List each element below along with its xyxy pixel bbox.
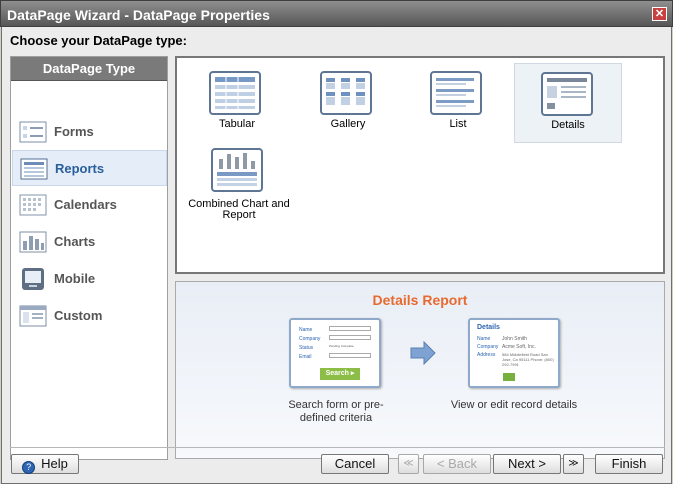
datapage-type-sidebar: DataPage Type Forms Reports Calendars Ch… — [10, 56, 168, 460]
sidebar-item-mobile[interactable]: Mobile — [12, 261, 167, 297]
datapage-type-gallery: Tabular Gallery List Details Combined Ch… — [175, 56, 665, 274]
search-mock-button: Search ▸ — [320, 368, 360, 380]
wizard-dialog: Choose your DataPage type: DataPage Type… — [1, 27, 672, 484]
type-label: Tabular — [218, 118, 256, 130]
details-record-mockup: Details Name John Smith Company Acme Sof… — [468, 318, 560, 388]
sidebar-item-charts[interactable]: Charts — [12, 224, 167, 260]
sidebar-item-forms[interactable]: Forms — [12, 114, 167, 150]
back-button[interactable]: < Back — [423, 454, 491, 474]
sidebar-item-label: Charts — [54, 234, 96, 249]
sidebar-item-label: Calendars — [54, 197, 117, 212]
calendars-icon — [19, 194, 47, 216]
search-mock-labels: Name Company Status Email — [299, 327, 321, 360]
window-titlebar: DataPage Wizard - DataPage Properties ✕ — [0, 0, 673, 27]
mobile-icon — [22, 268, 44, 290]
list-icon — [430, 71, 482, 115]
sidebar-item-label: Forms — [54, 124, 94, 139]
close-window-button[interactable]: ✕ — [652, 7, 667, 21]
type-label: Gallery — [330, 118, 366, 130]
last-page-button[interactable]: ≫ — [563, 454, 584, 474]
arrow-right-icon — [410, 341, 436, 365]
charts-icon — [19, 231, 47, 253]
help-icon: ? — [22, 461, 36, 474]
help-button[interactable]: ? Help — [11, 454, 79, 474]
finish-button[interactable]: Finish — [595, 454, 663, 474]
details-icon — [541, 72, 593, 116]
sidebar-item-label: Mobile — [54, 271, 96, 286]
first-page-button[interactable]: ≪ — [398, 454, 419, 474]
close-icon: ✕ — [654, 8, 665, 20]
sidebar-item-calendars[interactable]: Calendars — [12, 187, 167, 223]
sidebar-item-label: Custom — [54, 308, 103, 323]
combined-chart-report-icon — [211, 148, 263, 192]
details-caption: View or edit record details — [450, 399, 578, 411]
sidebar-item-custom[interactable]: Custom — [12, 298, 167, 334]
type-details[interactable]: Details — [514, 63, 622, 143]
search-form-mockup: Name Company Status Email Pending Comple… — [289, 318, 381, 388]
tabular-icon — [209, 71, 261, 115]
page-prompt: Choose your DataPage type: — [10, 33, 187, 48]
type-gallery[interactable]: Gallery — [294, 63, 402, 143]
button-separator — [10, 447, 665, 448]
custom-icon — [19, 305, 47, 327]
back-arrow-icon — [503, 373, 515, 381]
search-form-caption: Search form or pre-defined criteria — [288, 399, 384, 424]
gallery-icon — [320, 71, 372, 115]
sidebar-title: DataPage Type — [11, 57, 167, 81]
reports-icon — [20, 158, 48, 180]
sidebar-item-label: Reports — [55, 161, 105, 176]
details-report-preview: Details Report Name Company Status Email… — [175, 281, 665, 459]
next-button[interactable]: Next > — [493, 454, 561, 474]
preview-title: Details Report — [372, 292, 468, 308]
forms-icon — [19, 121, 47, 143]
type-label: List — [449, 118, 467, 130]
type-combined-chart-report[interactable]: Combined Chart and Report — [183, 144, 295, 222]
sidebar-item-reports[interactable]: Reports — [12, 150, 167, 186]
type-label: Details — [551, 119, 585, 131]
type-list[interactable]: List — [404, 63, 512, 143]
type-tabular[interactable]: Tabular — [183, 63, 291, 143]
type-label: Combined Chart and Report — [188, 198, 290, 221]
window-title: DataPage Wizard - DataPage Properties — [7, 7, 270, 23]
cancel-button[interactable]: Cancel — [321, 454, 389, 474]
